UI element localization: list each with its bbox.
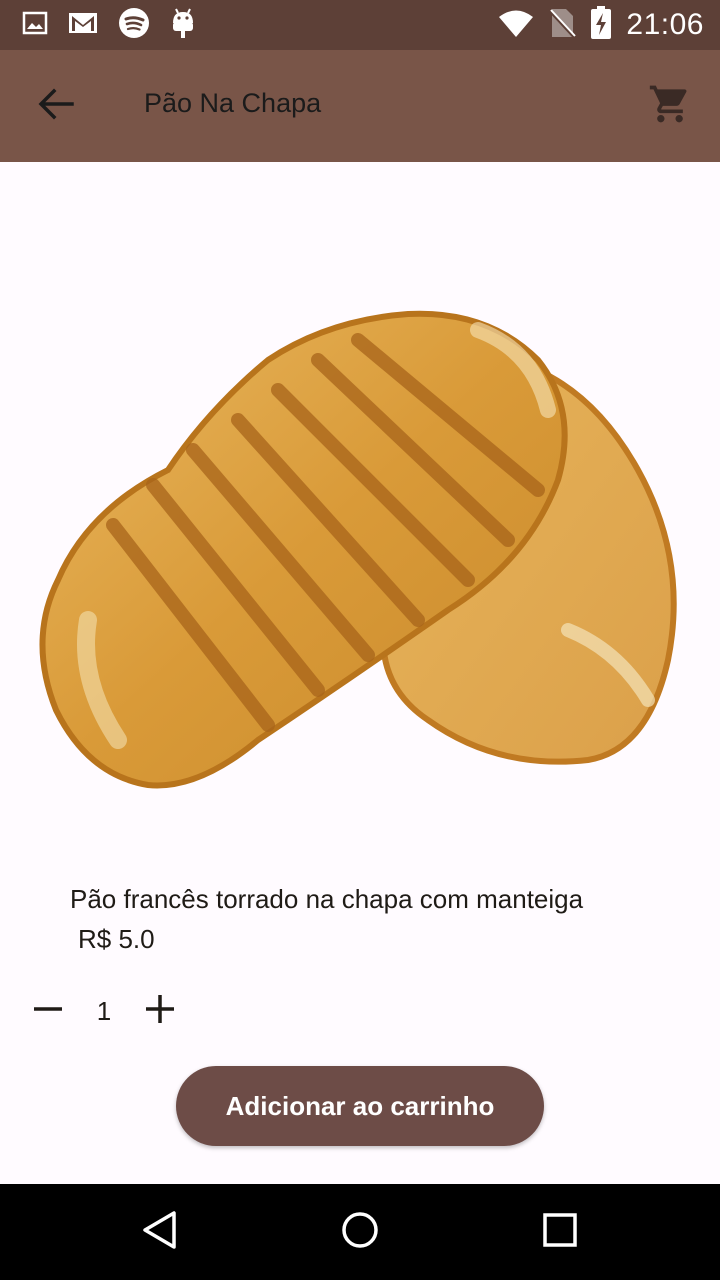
page-title: Pão Na Chapa	[144, 88, 322, 118]
recents-square-icon	[540, 1210, 580, 1255]
plus-icon	[145, 994, 175, 1029]
cart-button[interactable]	[646, 82, 694, 130]
notification-icons	[0, 7, 196, 44]
spotify-icon	[118, 7, 150, 44]
back-button[interactable]	[32, 86, 80, 126]
decrease-quantity-button[interactable]	[28, 991, 68, 1031]
nav-back-button[interactable]	[136, 1208, 184, 1256]
nav-home-button[interactable]	[336, 1208, 384, 1256]
quantity-stepper: 1	[28, 988, 180, 1034]
app-bar: Pão Na Chapa	[0, 50, 720, 162]
image-icon	[22, 10, 48, 41]
android-icon	[170, 7, 196, 44]
navigation-bar	[0, 1184, 720, 1280]
arrow-back-icon	[38, 88, 74, 125]
status-bar: 21:06	[0, 0, 720, 50]
back-triangle-icon	[140, 1210, 180, 1255]
clock: 21:06	[626, 8, 704, 41]
product-image	[28, 300, 692, 800]
product-description: Pão francês torrado na chapa com manteig…	[70, 884, 584, 914]
add-to-cart-button[interactable]: Adicionar ao carrinho	[176, 1066, 544, 1146]
battery-charging-icon	[590, 5, 612, 45]
system-indicators: 21:06	[498, 0, 704, 50]
product-price: R$ 5.0	[78, 924, 155, 954]
home-circle-icon	[340, 1210, 380, 1255]
quantity-value: 1	[96, 995, 112, 1026]
shopping-cart-icon	[648, 82, 692, 131]
increase-quantity-button[interactable]	[140, 991, 180, 1031]
nav-recents-button[interactable]	[536, 1208, 584, 1256]
minus-icon	[33, 994, 63, 1029]
gmail-icon	[68, 10, 98, 41]
wifi-icon	[498, 8, 534, 43]
no-sim-icon	[548, 7, 577, 44]
